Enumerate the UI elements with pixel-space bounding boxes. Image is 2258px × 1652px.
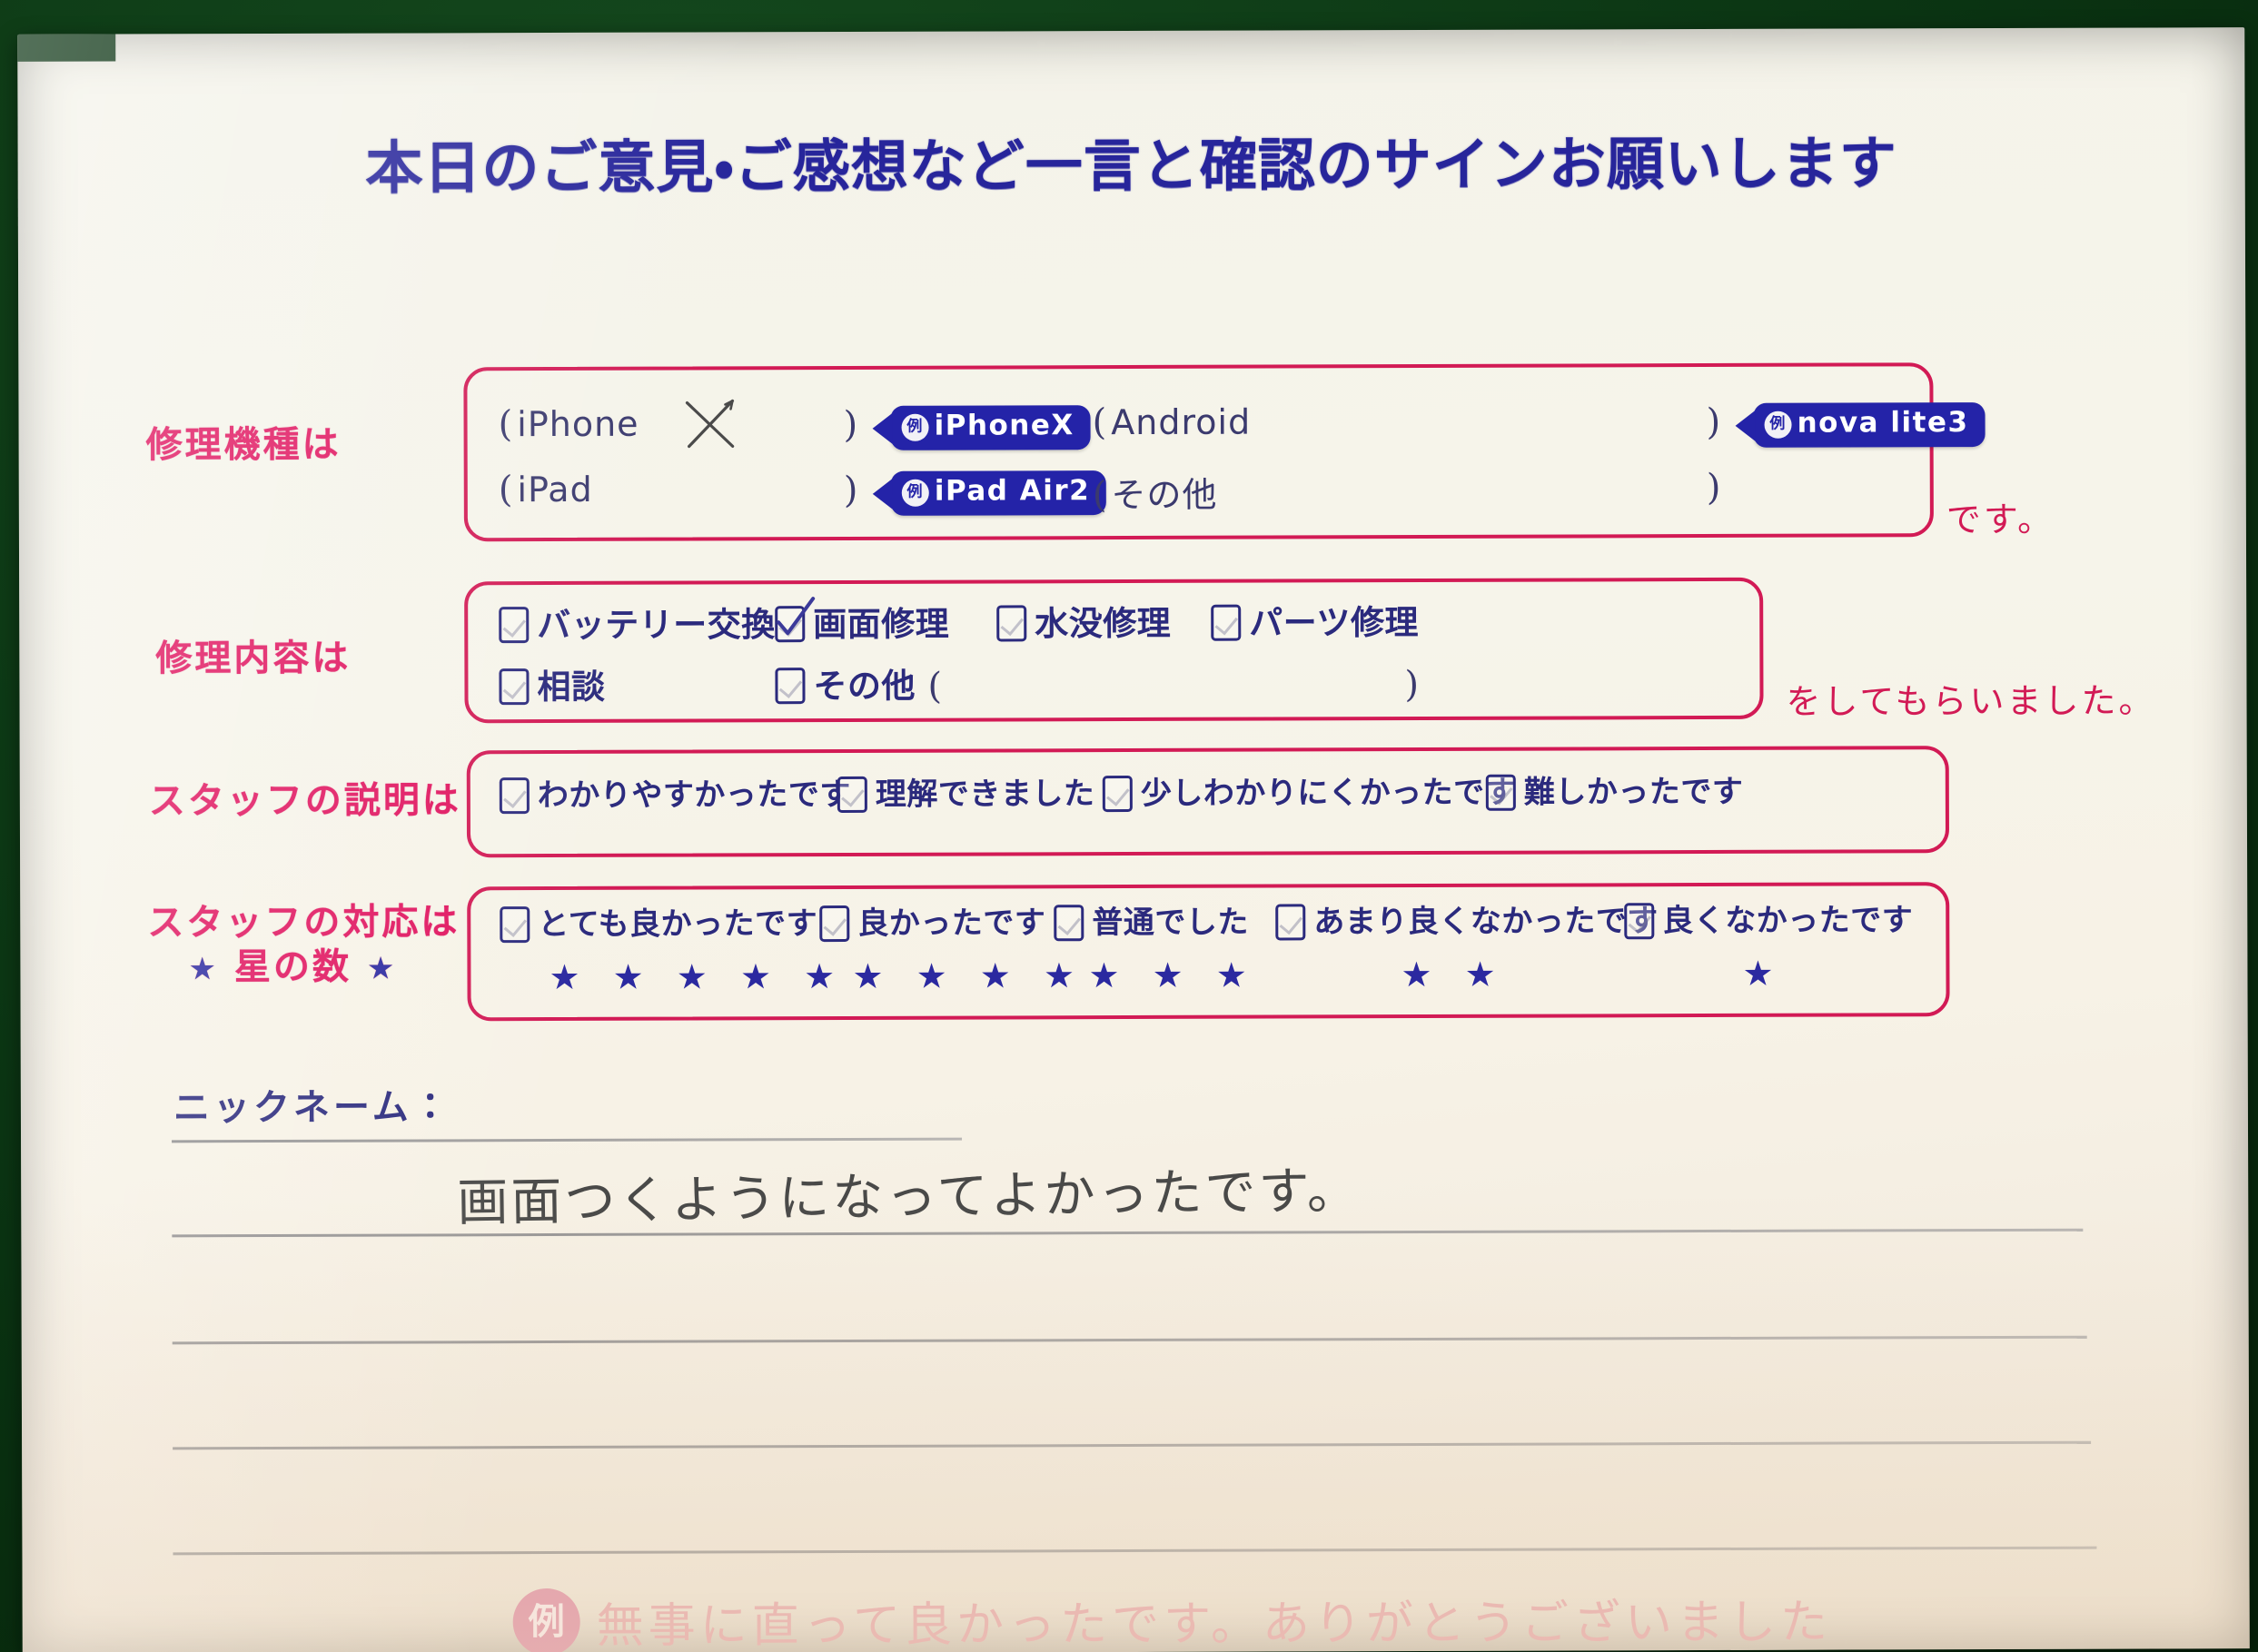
- star-rating-2: ★ ★: [1401, 954, 1507, 995]
- response-option-not-very-good[interactable]: あまり良くなかったです: [1275, 903, 1659, 941]
- response-option-very-good[interactable]: とても良かったです: [500, 905, 817, 944]
- device-section-suffix: です。: [1946, 499, 2055, 540]
- example-chip-icon: 例: [1764, 411, 1792, 439]
- response-option-good[interactable]: 良かったです: [819, 905, 1045, 943]
- checkbox-icon[interactable]: [499, 668, 530, 706]
- example-badge-iphonex: 例 iPhoneX: [890, 405, 1091, 450]
- star-rating-1: ★: [1742, 953, 1785, 994]
- checkbox-icon[interactable]: [996, 605, 1027, 642]
- comment-line-2[interactable]: [172, 1335, 2087, 1345]
- repair-option-consult[interactable]: 相談: [499, 667, 606, 707]
- checkbox-icon[interactable]: [775, 668, 806, 705]
- star-rating-5: ★ ★ ★ ★ ★: [549, 955, 847, 998]
- checkbox-icon[interactable]: [837, 776, 867, 814]
- device-option-android[interactable]: Android: [1111, 402, 1251, 442]
- example-chip-icon: 例: [901, 479, 929, 507]
- iphone-close-paren: ): [843, 403, 858, 447]
- device-option-iphone[interactable]: iPhone: [517, 404, 639, 444]
- checkbox-icon[interactable]: [1102, 776, 1133, 813]
- android-open-paren: (: [1092, 401, 1107, 444]
- star-rating-4: ★ ★ ★ ★: [852, 955, 1086, 996]
- checkbox-icon[interactable]: [819, 905, 850, 943]
- comment-line-3[interactable]: [173, 1440, 2092, 1450]
- page-title: 本日のご意見・ご感想など一言と確認のサインお願いします: [365, 130, 1897, 202]
- checkbox-icon[interactable]: [500, 906, 530, 944]
- star-rating-3: ★ ★ ★: [1088, 955, 1258, 996]
- example-badge-ipadair2: 例 iPad Air2: [890, 470, 1107, 516]
- feedback-form-photo: 本日のご意見・ご感想など一言と確認のサインお願いします 修理機種は ( iPho…: [0, 0, 2258, 1652]
- explanation-option-easy[interactable]: わかりやすかったです: [499, 777, 851, 815]
- ipad-close-paren: ): [843, 469, 858, 512]
- footer-example-text: 無事に直って良かったです。ありがとうございました: [596, 1595, 1833, 1652]
- repair-other-open-paren: (: [927, 665, 943, 707]
- checkbox-icon[interactable]: [1275, 904, 1306, 941]
- response-option-bad[interactable]: 良くなかったです: [1624, 902, 1913, 940]
- handwritten-comment: 画面つくようになってよかったです。: [456, 1162, 1362, 1233]
- checkbox-icon[interactable]: [1211, 604, 1242, 641]
- android-close-paren: ): [1706, 401, 1721, 444]
- explanation-option-slightly-hard[interactable]: 少しわかりにくかったです: [1102, 775, 1516, 813]
- response-section-label: スタッフの対応は: [147, 901, 461, 945]
- checkbox-icon[interactable]: [1624, 903, 1655, 940]
- star-icon-right: ★: [366, 950, 398, 987]
- star-icon-left: ★: [188, 950, 220, 988]
- example-badge-novalite3: 例 nova lite3: [1753, 402, 1986, 448]
- repair-option-parts[interactable]: パーツ修理: [1211, 603, 1419, 642]
- nickname-label: ニックネーム：: [173, 1086, 452, 1130]
- other-device-open-paren: (: [1092, 474, 1107, 517]
- checkbox-icon[interactable]: [499, 607, 530, 644]
- repair-section-suffix: をしてもらいました。: [1786, 680, 2156, 722]
- repair-other-close-paren: ): [1404, 664, 1420, 707]
- checkbox-icon[interactable]: [499, 777, 530, 815]
- other-device-close-paren: ): [1706, 466, 1721, 509]
- checkbox-icon[interactable]: [1485, 774, 1516, 811]
- example-circle-icon: 例: [512, 1588, 580, 1652]
- comment-line-4[interactable]: [173, 1546, 2097, 1556]
- explanation-section-label: スタッフの説明は: [148, 779, 461, 823]
- checkbox-icon[interactable]: [775, 606, 806, 643]
- iphone-open-paren: (: [498, 403, 513, 446]
- nickname-input-line[interactable]: [172, 1137, 963, 1143]
- footer-example: 例 無事に直って良かったです。ありがとうございました: [512, 1584, 1833, 1652]
- device-option-other[interactable]: その他: [1111, 475, 1217, 515]
- repair-section-label: 修理内容は: [155, 637, 352, 680]
- repair-option-other[interactable]: その他: [775, 666, 916, 706]
- explanation-option-understood[interactable]: 理解できました: [837, 776, 1094, 814]
- explanation-option-difficult[interactable]: 難しかったです: [1485, 774, 1743, 811]
- response-section-sublabel: 星の数: [233, 945, 352, 988]
- paper-sheet: 本日のご意見・ご感想など一言と確認のサインお願いします 修理機種は ( iPho…: [17, 27, 2250, 1652]
- device-option-ipad[interactable]: iPad: [517, 470, 592, 509]
- response-option-average[interactable]: 普通でした: [1054, 905, 1249, 942]
- repair-option-screen[interactable]: 画面修理: [775, 604, 949, 644]
- device-section-label: 修理機種は: [145, 423, 342, 467]
- ipad-open-paren: (: [498, 469, 513, 511]
- example-chip-icon: 例: [901, 413, 929, 441]
- repair-option-battery[interactable]: バッテリー交換: [499, 605, 776, 645]
- repair-option-water-damage[interactable]: 水没修理: [996, 603, 1171, 643]
- repair-section-box: [464, 577, 1764, 724]
- checkbox-icon[interactable]: [1054, 905, 1084, 942]
